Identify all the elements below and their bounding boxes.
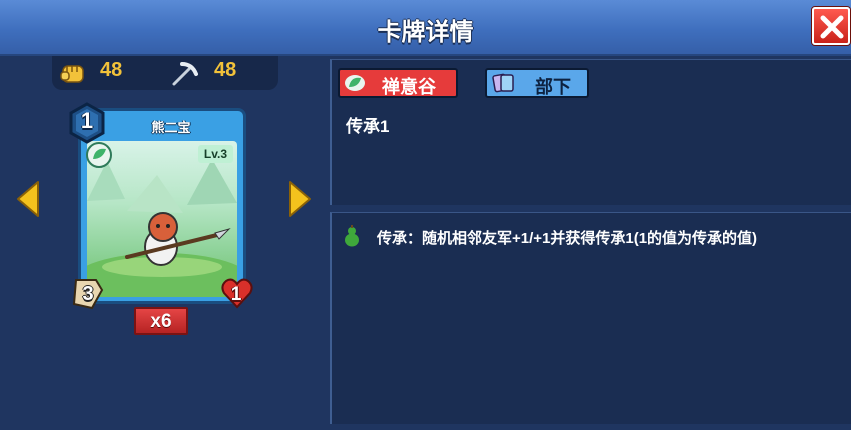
type-tag[interactable]: 部下 bbox=[485, 68, 589, 98]
card-count-ribbon: x6 bbox=[134, 307, 188, 335]
card-keyword: 传承1 bbox=[346, 117, 390, 136]
faction-tag[interactable]: 禅意谷 bbox=[338, 68, 458, 98]
gourd-icon bbox=[345, 225, 359, 247]
leaf-faction-icon bbox=[86, 142, 112, 168]
chevron-right-icon bbox=[289, 181, 311, 217]
next-card-arrow[interactable] bbox=[286, 180, 314, 223]
card-effect-text: 传承：随机相邻友军+1/+1并获得传承1(1的值为传承的值) bbox=[377, 230, 758, 247]
leaf-icon bbox=[345, 75, 365, 91]
close-button[interactable] bbox=[812, 7, 850, 45]
chevron-left-icon bbox=[17, 181, 39, 217]
card-health: 1 bbox=[230, 284, 242, 305]
faction-tag-label: 禅意谷 bbox=[382, 77, 436, 97]
card-cost: 1 bbox=[80, 108, 94, 133]
fist-icon bbox=[58, 60, 88, 86]
window-title: 卡牌详情 bbox=[377, 19, 474, 46]
card-count: x6 bbox=[150, 311, 172, 332]
card-attack: 3 bbox=[82, 283, 94, 305]
card-level: Lv.3 bbox=[197, 145, 233, 163]
pickaxe-value: 48 bbox=[214, 59, 237, 81]
close-icon bbox=[820, 15, 844, 39]
card-name: 熊二宝 bbox=[151, 120, 191, 135]
resource-bar: 48 48 bbox=[52, 56, 278, 90]
prev-card-arrow[interactable] bbox=[14, 180, 42, 223]
cards-icon bbox=[492, 73, 514, 93]
pickaxe-icon bbox=[168, 60, 200, 86]
type-tag-label: 部下 bbox=[535, 77, 571, 97]
fist-value: 48 bbox=[100, 59, 123, 81]
